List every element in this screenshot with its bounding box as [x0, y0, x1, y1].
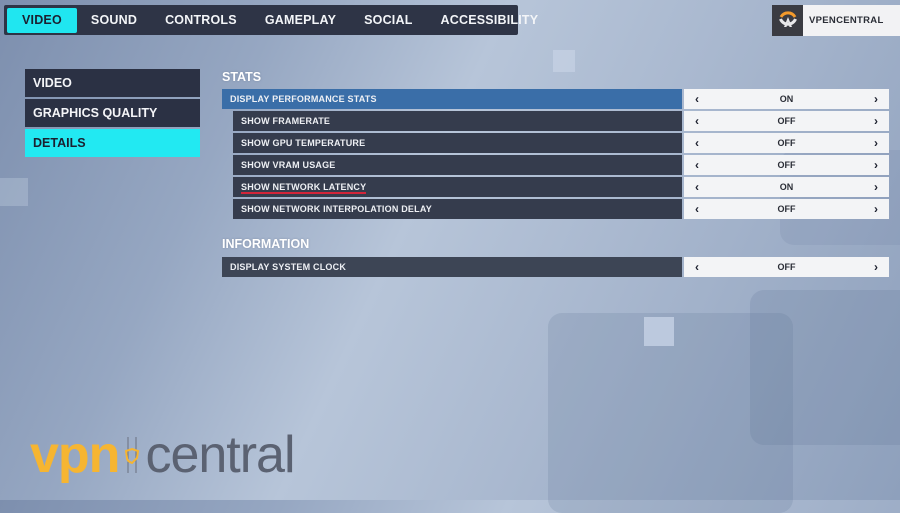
option-selector[interactable]: ‹ OFF › [684, 133, 889, 153]
option-selector[interactable]: ‹ OFF › [684, 155, 889, 175]
setting-row-show-vram-usage[interactable]: SHOW VRAM USAGE ‹ OFF › [233, 155, 889, 175]
option-value: ON [779, 94, 794, 104]
side-item-graphics-quality[interactable]: GRAPHICS QUALITY [25, 99, 200, 127]
setting-row-display-performance-stats[interactable]: DISPLAY PERFORMANCE STATS ‹ ON › [222, 89, 889, 109]
setting-label: SHOW NETWORK INTERPOLATION DELAY [233, 199, 682, 219]
overwatch-logo-icon [772, 5, 803, 36]
setting-label: SHOW GPU TEMPERATURE [233, 133, 682, 153]
side-item-video[interactable]: VIDEO [25, 69, 200, 97]
setting-label: SHOW NETWORK LATENCY [241, 182, 367, 194]
option-selector[interactable]: ‹ ON › [684, 177, 889, 197]
watermark-vpn: vpn [30, 426, 120, 484]
chevron-left-icon[interactable]: ‹ [692, 202, 702, 216]
background-square [644, 317, 674, 346]
chevron-left-icon[interactable]: ‹ [692, 180, 702, 194]
chevron-left-icon[interactable]: ‹ [692, 92, 702, 106]
setting-label-wrap: SHOW NETWORK LATENCY [233, 177, 682, 197]
setting-row-show-framerate[interactable]: SHOW FRAMERATE ‹ OFF › [233, 111, 889, 131]
chevron-right-icon[interactable]: › [871, 202, 881, 216]
chevron-right-icon[interactable]: › [871, 92, 881, 106]
tab-video[interactable]: VIDEO [7, 7, 77, 33]
tab-sound[interactable]: SOUND [77, 8, 151, 33]
option-selector[interactable]: ‹ OFF › [684, 111, 889, 131]
chevron-left-icon[interactable]: ‹ [692, 260, 702, 274]
tab-gameplay[interactable]: GAMEPLAY [251, 8, 350, 33]
chevron-right-icon[interactable]: › [871, 114, 881, 128]
profile-name: VPENCENTRAL [809, 15, 884, 26]
option-selector[interactable]: ‹ OFF › [684, 199, 889, 219]
chevron-right-icon[interactable]: › [871, 180, 881, 194]
vpncentral-watermark: vpn central [30, 425, 296, 485]
setting-row-display-system-clock[interactable]: DISPLAY SYSTEM CLOCK ‹ OFF › [222, 257, 889, 277]
option-value: OFF [777, 116, 796, 126]
tab-accessibility[interactable]: ACCESSIBILITY [427, 8, 553, 33]
setting-label: SHOW FRAMERATE [233, 111, 682, 131]
profile-badge[interactable]: VPENCENTRAL [772, 5, 900, 36]
background-square [553, 50, 575, 72]
option-value: OFF [777, 262, 796, 272]
option-selector[interactable]: ‹ OFF › [684, 257, 889, 277]
side-menu: VIDEO GRAPHICS QUALITY DETAILS [25, 69, 200, 159]
setting-row-show-gpu-temperature[interactable]: SHOW GPU TEMPERATURE ‹ OFF › [233, 133, 889, 153]
chevron-left-icon[interactable]: ‹ [692, 158, 702, 172]
tab-controls[interactable]: CONTROLS [151, 8, 251, 33]
top-nav: VIDEO SOUND CONTROLS GAMEPLAY SOCIAL ACC… [4, 5, 538, 35]
option-value: OFF [777, 204, 796, 214]
setting-label: DISPLAY SYSTEM CLOCK [222, 257, 682, 277]
background-square [0, 178, 28, 206]
watermark-central: central [145, 426, 295, 484]
chevron-right-icon[interactable]: › [871, 158, 881, 172]
option-value: OFF [777, 138, 796, 148]
chevron-left-icon[interactable]: ‹ [692, 114, 702, 128]
shield-icon [119, 429, 145, 481]
option-value: OFF [777, 160, 796, 170]
setting-label: SHOW VRAM USAGE [233, 155, 682, 175]
tab-social[interactable]: SOCIAL [350, 8, 426, 33]
background-panel [750, 290, 900, 445]
chevron-right-icon[interactable]: › [871, 136, 881, 150]
chevron-left-icon[interactable]: ‹ [692, 136, 702, 150]
option-selector[interactable]: ‹ ON › [684, 89, 889, 109]
setting-row-show-network-latency[interactable]: SHOW NETWORK LATENCY ‹ ON › [233, 177, 889, 197]
setting-label: DISPLAY PERFORMANCE STATS [222, 89, 682, 109]
side-item-details[interactable]: DETAILS [25, 129, 200, 157]
section-title-stats: STATS [222, 70, 262, 84]
section-title-information: INFORMATION [222, 237, 310, 251]
option-value: ON [779, 182, 794, 192]
setting-row-show-network-interpolation-delay[interactable]: SHOW NETWORK INTERPOLATION DELAY ‹ OFF › [233, 199, 889, 219]
chevron-right-icon[interactable]: › [871, 260, 881, 274]
